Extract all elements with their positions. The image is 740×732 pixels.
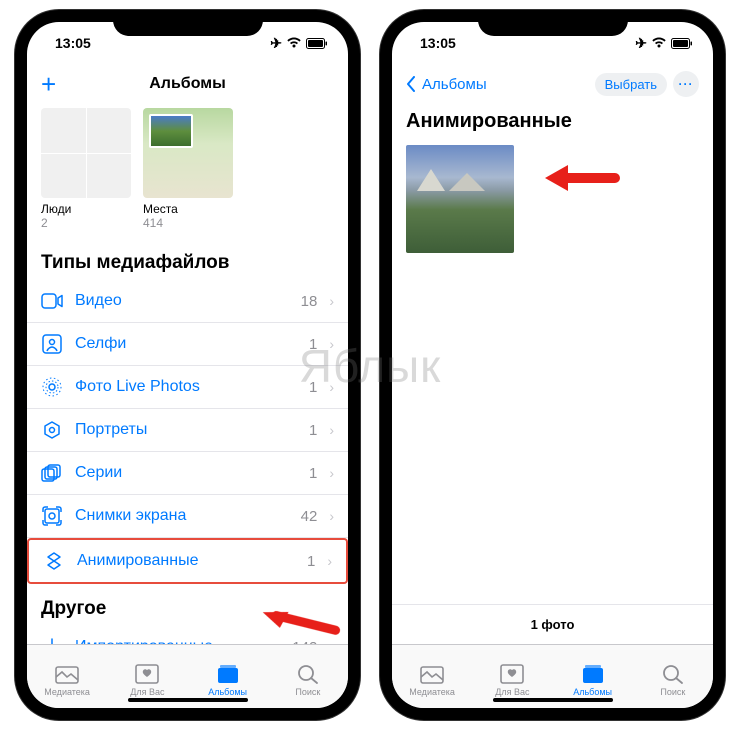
row-label: Селфи: [75, 335, 126, 353]
row-screenshot[interactable]: Снимки экрана 42 ›: [27, 495, 348, 538]
portrait-icon: [41, 419, 63, 441]
people-thumb: [41, 108, 131, 198]
places-thumb: [143, 108, 233, 198]
tab-label: Для Вас: [130, 687, 164, 697]
tab-label: Для Вас: [495, 687, 529, 697]
row-count: 1: [309, 379, 317, 396]
row-count: 1: [309, 465, 317, 482]
row-label: Портреты: [75, 421, 147, 439]
status-time: 13:05: [420, 35, 456, 51]
status-time: 13:05: [55, 35, 91, 51]
content: Люди 2 Места 414 Типы медиафайлов Видео …: [27, 104, 348, 644]
section-media-types: Типы медиафайлов: [27, 238, 348, 280]
select-button[interactable]: Выбрать: [595, 73, 667, 96]
foryou-icon: [499, 663, 525, 685]
album-label: Места: [143, 202, 233, 216]
import-icon: [41, 636, 63, 644]
album-count: 2: [41, 216, 131, 230]
tab-label: Поиск: [295, 687, 320, 697]
nav-bar: + Альбомы: [27, 64, 348, 104]
row-label: Серии: [75, 464, 122, 482]
album-count: 414: [143, 216, 233, 230]
row-livephoto[interactable]: Фото Live Photos 1 ›: [27, 366, 348, 409]
airplane-icon: ✈︎: [635, 35, 647, 52]
row-label: Импортированные: [75, 638, 213, 644]
notch: [478, 10, 628, 36]
search-icon: [295, 663, 321, 685]
nav-title: Альбомы: [27, 75, 348, 93]
video-icon: [41, 290, 63, 312]
detail-content: [392, 143, 713, 604]
notch: [113, 10, 263, 36]
row-label: Фото Live Photos: [75, 378, 200, 396]
home-indicator[interactable]: [493, 698, 613, 702]
chevron-right-icon: ›: [329, 336, 334, 352]
phone-right: 13:05 ✈︎ Альбомы Выбрать ··· Анимированн…: [380, 10, 725, 720]
album-label: Люди: [41, 202, 131, 216]
row-count: 1: [309, 422, 317, 439]
row-selfie[interactable]: Селфи 1 ›: [27, 323, 348, 366]
animated-icon: [43, 550, 65, 572]
chevron-right-icon: ›: [327, 553, 332, 569]
albums-icon: [580, 663, 606, 685]
tab-label: Альбомы: [573, 687, 612, 697]
photo-count-footer: 1 фото: [392, 604, 713, 644]
library-icon: [419, 663, 445, 685]
row-portrait[interactable]: Портреты 1 ›: [27, 409, 348, 452]
chevron-right-icon: ›: [329, 379, 334, 395]
battery-icon: [671, 38, 693, 49]
albums-icon: [215, 663, 241, 685]
row-animated[interactable]: Анимированные 1 ›: [27, 538, 348, 584]
row-count: 18: [301, 293, 318, 310]
row-count: 1: [309, 336, 317, 353]
selfie-icon: [41, 333, 63, 355]
row-count: 42: [301, 508, 318, 525]
chevron-left-icon: [406, 76, 416, 92]
tab-label: Поиск: [660, 687, 685, 697]
airplane-icon: ✈︎: [270, 35, 282, 52]
more-button[interactable]: ···: [673, 71, 699, 97]
search-icon: [660, 663, 686, 685]
album-people[interactable]: Люди 2: [41, 108, 131, 230]
row-burst[interactable]: Серии 1 ›: [27, 452, 348, 495]
photo-thumbnail[interactable]: [406, 145, 514, 253]
chevron-right-icon: ›: [329, 465, 334, 481]
tab-label: Медиатека: [409, 687, 455, 697]
annotation-arrow: [540, 158, 620, 198]
home-indicator[interactable]: [128, 698, 248, 702]
album-detail-title: Анимированные: [392, 104, 713, 143]
row-label: Видео: [75, 292, 122, 310]
back-button[interactable]: Альбомы: [406, 76, 487, 93]
albums-row: Люди 2 Места 414: [27, 104, 348, 238]
nav-bar: Альбомы Выбрать ···: [392, 64, 713, 104]
tab-label: Медиатека: [44, 687, 90, 697]
row-count: 1: [307, 553, 315, 570]
row-label: Снимки экрана: [75, 507, 186, 525]
battery-icon: [306, 38, 328, 49]
screenshot-icon: [41, 505, 63, 527]
add-button[interactable]: +: [41, 71, 56, 97]
tab-library[interactable]: Медиатека: [27, 645, 107, 708]
library-icon: [54, 663, 80, 685]
tab-library[interactable]: Медиатека: [392, 645, 472, 708]
back-label: Альбомы: [422, 76, 487, 93]
burst-icon: [41, 462, 63, 484]
foryou-icon: [134, 663, 160, 685]
row-video[interactable]: Видео 18 ›: [27, 280, 348, 323]
chevron-right-icon: ›: [329, 422, 334, 438]
chevron-right-icon: ›: [329, 508, 334, 524]
wifi-icon: [286, 37, 302, 49]
row-label: Анимированные: [77, 552, 198, 570]
tab-label: Альбомы: [208, 687, 247, 697]
chevron-right-icon: ›: [329, 293, 334, 309]
wifi-icon: [651, 37, 667, 49]
livephoto-icon: [41, 376, 63, 398]
tab-search[interactable]: Поиск: [633, 645, 713, 708]
tab-search[interactable]: Поиск: [268, 645, 348, 708]
album-places[interactable]: Места 414: [143, 108, 233, 230]
